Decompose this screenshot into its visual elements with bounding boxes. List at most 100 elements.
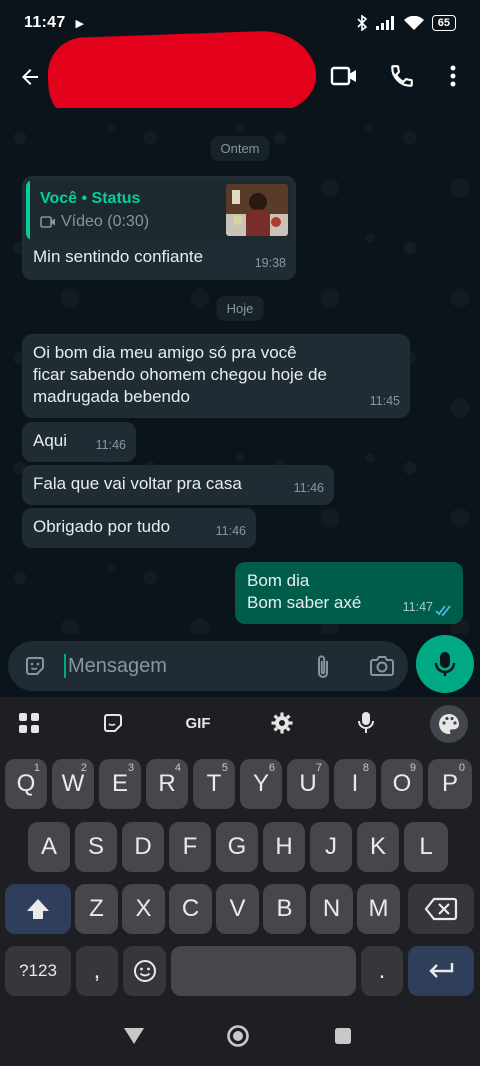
key-h[interactable]: H xyxy=(263,822,305,872)
camera-icon[interactable] xyxy=(368,653,396,679)
sticker-icon[interactable] xyxy=(98,709,128,737)
more-vert-icon[interactable] xyxy=(440,59,466,93)
play-icon: ▶ xyxy=(75,17,85,30)
key-label: Y xyxy=(252,770,269,797)
key-z[interactable]: Z xyxy=(75,884,118,934)
key-r[interactable]: R4 xyxy=(146,759,188,809)
key-m[interactable]: M xyxy=(357,884,400,934)
message-line: Obrigado por tudo xyxy=(33,517,171,536)
status-time: 11:47 xyxy=(24,14,66,31)
quoted-status[interactable]: Você • Status Vídeo (0:30) xyxy=(26,180,292,240)
incoming-message[interactable]: Fala que vai voltar pra casa 11:46 xyxy=(22,465,334,505)
key-a[interactable]: A xyxy=(28,822,70,872)
sticker-emoji-icon[interactable] xyxy=(22,653,48,679)
mic-icon[interactable] xyxy=(416,635,474,693)
key-y[interactable]: Y6 xyxy=(240,759,282,809)
period-key[interactable]: . xyxy=(361,946,403,996)
key-o[interactable]: O9 xyxy=(381,759,423,809)
key-label: E xyxy=(111,770,128,797)
key-x[interactable]: X xyxy=(122,884,165,934)
key-v[interactable]: V xyxy=(216,884,259,934)
emoji-key[interactable] xyxy=(123,946,166,996)
apps-grid-icon[interactable] xyxy=(14,709,44,737)
backspace-key[interactable] xyxy=(408,884,474,934)
incoming-message[interactable]: Oi bom dia meu amigo só pra você ficar s… xyxy=(22,334,410,418)
enter-key[interactable] xyxy=(408,946,474,996)
keyboard-toolbar: GIF xyxy=(0,697,480,749)
key-hint: 2 xyxy=(80,762,87,774)
key-b[interactable]: B xyxy=(263,884,306,934)
key-label: W xyxy=(61,770,85,797)
key-label: J xyxy=(325,833,337,860)
key-d[interactable]: D xyxy=(122,822,164,872)
battery-icon: 65 xyxy=(431,15,456,31)
message-composer xyxy=(8,641,408,691)
shift-key[interactable] xyxy=(5,884,71,934)
outgoing-message[interactable]: Bom dia Bom saber axé 11:47 xyxy=(235,562,463,624)
key-hint: 1 xyxy=(33,762,40,774)
voice-input-icon[interactable] xyxy=(351,709,381,737)
chat-messages[interactable]: Ontem Você • Status Vídeo (0:30) Min sen… xyxy=(0,108,480,634)
back-arrow-icon[interactable] xyxy=(14,61,46,93)
key-label: R xyxy=(158,770,176,797)
quote-subtitle-text: Vídeo (0:30) xyxy=(61,213,150,230)
key-label: M xyxy=(368,895,389,922)
gif-button[interactable]: GIF xyxy=(180,709,216,737)
comma-key[interactable]: , xyxy=(76,946,118,996)
backspace-icon xyxy=(424,897,458,921)
system-navigation xyxy=(0,1003,480,1066)
settings-gear-icon[interactable] xyxy=(267,709,297,737)
key-s[interactable]: S xyxy=(75,822,117,872)
key-label: . xyxy=(378,957,386,984)
message-time: 11:46 xyxy=(293,481,324,495)
emoji-icon xyxy=(133,960,156,982)
key-t[interactable]: T5 xyxy=(193,759,235,809)
bluetooth-icon xyxy=(357,15,367,31)
key-i[interactable]: I8 xyxy=(334,759,376,809)
key-w[interactable]: W2 xyxy=(52,759,94,809)
key-label: B xyxy=(276,895,293,922)
attach-icon[interactable] xyxy=(310,653,336,681)
key-hint: 7 xyxy=(315,762,322,774)
key-label: P xyxy=(441,770,458,797)
enter-icon xyxy=(429,963,454,978)
key-n[interactable]: N xyxy=(310,884,353,934)
status-reply-bubble[interactable]: Você • Status Vídeo (0:30) Min sentindo … xyxy=(22,176,296,280)
text-caret xyxy=(64,654,66,678)
theme-palette-icon[interactable] xyxy=(430,705,468,743)
key-hint: 4 xyxy=(174,762,181,774)
key-j[interactable]: J xyxy=(310,822,352,872)
incoming-message[interactable]: Aqui 11:46 xyxy=(22,422,136,462)
key-label: , xyxy=(93,957,101,984)
read-receipt-icon xyxy=(435,605,451,616)
message-line: Oi bom dia meu amigo só pra você xyxy=(33,343,297,362)
key-f[interactable]: F xyxy=(169,822,211,872)
nav-recents-icon[interactable] xyxy=(330,1023,356,1049)
key-l[interactable]: L xyxy=(404,822,448,872)
key-g[interactable]: G xyxy=(216,822,258,872)
video-call-icon[interactable] xyxy=(327,59,361,93)
redacted-contact-name[interactable] xyxy=(46,29,318,121)
message-time: 19:38 xyxy=(254,256,286,270)
key-p[interactable]: P0 xyxy=(428,759,472,809)
symbols-key[interactable]: ?123 xyxy=(5,946,71,996)
key-label: G xyxy=(227,833,247,860)
quote-subtitle: Vídeo (0:30) xyxy=(40,211,149,233)
key-q[interactable]: Q1 xyxy=(5,759,47,809)
voice-call-icon[interactable] xyxy=(385,59,419,93)
key-e[interactable]: E3 xyxy=(99,759,141,809)
nav-back-icon[interactable] xyxy=(121,1023,147,1049)
key-k[interactable]: K xyxy=(357,822,399,872)
nav-home-icon[interactable] xyxy=(225,1023,251,1049)
key-c[interactable]: C xyxy=(169,884,212,934)
message-line: ficar sabendo ohomem chegou hoje de xyxy=(33,365,327,384)
key-u[interactable]: U7 xyxy=(287,759,329,809)
key-hint: 9 xyxy=(409,762,416,774)
signal-icon xyxy=(375,16,394,30)
space-bar[interactable] xyxy=(171,946,356,996)
key-label: L xyxy=(419,833,433,860)
incoming-message[interactable]: Obrigado por tudo 11:46 xyxy=(22,508,256,548)
message-input[interactable] xyxy=(68,650,288,682)
video-icon xyxy=(40,216,55,228)
key-label: Z xyxy=(89,895,104,922)
